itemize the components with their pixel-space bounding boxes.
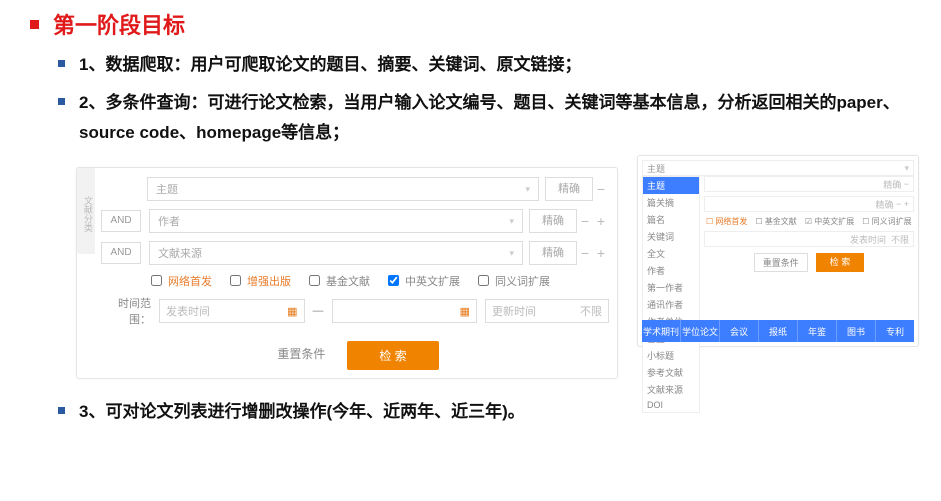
- ck[interactable]: ☑ 中英文扩展: [805, 216, 854, 227]
- dropdown-item[interactable]: 通讯作者: [643, 296, 699, 313]
- match-select[interactable]: 精确: [529, 209, 577, 233]
- mini-checks: ☐ 网络首发 ☐ 基金文献 ☑ 中英文扩展 ☐ 同义词扩展: [706, 216, 914, 227]
- remove-row-icon[interactable]: −: [577, 245, 593, 261]
- tab[interactable]: 图书: [837, 320, 876, 342]
- screenshots-area: 文献分类 主题 精确 − AND 作者 精确 − +: [76, 155, 923, 385]
- ck-enhanced[interactable]: 增强出版: [226, 272, 291, 289]
- field-topic[interactable]: 主题: [147, 177, 539, 201]
- bool-op[interactable]: AND: [101, 242, 141, 264]
- date-from[interactable]: 发表时间▦: [159, 299, 305, 323]
- calendar-icon[interactable]: ▦: [287, 305, 297, 318]
- calendar-icon[interactable]: ▦: [460, 305, 470, 318]
- ck[interactable]: ☐ 同义词扩展: [862, 216, 911, 227]
- time-label: 时间范围：: [101, 295, 151, 327]
- tab[interactable]: 学位论文: [681, 320, 720, 342]
- field-source[interactable]: 文献来源: [149, 241, 523, 265]
- dropdown-item[interactable]: 主题: [643, 177, 699, 194]
- side-tab[interactable]: 文献分类: [77, 168, 95, 254]
- ck[interactable]: ☐ 网络首发: [706, 216, 747, 227]
- tab[interactable]: 学术期刊: [642, 320, 681, 342]
- ck[interactable]: ☐ 基金文献: [755, 216, 796, 227]
- bullet-1: 1、数据爬取：用户可爬取论文的题目、摘要、关键词、原文链接；: [79, 50, 581, 80]
- dropdown-item[interactable]: 关键词: [643, 228, 699, 245]
- tab[interactable]: 年鉴: [798, 320, 837, 342]
- bullet-icon: [58, 60, 65, 67]
- dropdown-item[interactable]: 参考文献: [643, 364, 699, 381]
- ck-bilingual[interactable]: 中英文扩展: [384, 272, 460, 289]
- ck-fund[interactable]: 基金文献: [305, 272, 370, 289]
- tab[interactable]: 会议: [720, 320, 759, 342]
- bool-op[interactable]: AND: [101, 210, 141, 232]
- ck-netfirst[interactable]: 网络首发: [147, 272, 212, 289]
- dropdown-item[interactable]: DOI: [643, 398, 699, 412]
- screenshot-dropdown-search: 主题 主题 篇关摘 篇名 关键词 全文 作者 第一作者 通讯作者 作者单位 基金…: [637, 155, 919, 347]
- match-select[interactable]: 精确: [545, 177, 593, 201]
- dash: —: [313, 305, 324, 317]
- dropdown-item[interactable]: 文献来源: [643, 381, 699, 398]
- search-button[interactable]: 检 索: [347, 341, 438, 370]
- option-checks: 网络首发 增强出版 基金文献 中英文扩展 同义词扩展: [147, 272, 609, 289]
- tab[interactable]: 报纸: [759, 320, 798, 342]
- remove-row-icon[interactable]: −: [593, 181, 609, 197]
- field-dropdown[interactable]: 主题 篇关摘 篇名 关键词 全文 作者 第一作者 通讯作者 作者单位 基金 小标…: [642, 176, 700, 413]
- mini-field[interactable]: 精确 −: [704, 176, 914, 192]
- phase-heading: 第一阶段目标: [53, 8, 185, 40]
- dropdown-item[interactable]: 篇名: [643, 211, 699, 228]
- add-row-icon[interactable]: +: [593, 245, 609, 261]
- date-to[interactable]: ▦: [332, 299, 478, 323]
- field-author[interactable]: 作者: [149, 209, 523, 233]
- dropdown-item[interactable]: 篇关摘: [643, 194, 699, 211]
- reset-button[interactable]: 重置条件: [271, 341, 331, 370]
- bullet-2: 2、多条件查询：可进行论文检索，当用户输入论文编号、题目、关键词等基本信息，分析…: [79, 88, 919, 148]
- tab[interactable]: 专利: [876, 320, 914, 342]
- reset-button[interactable]: 重置条件: [754, 253, 808, 272]
- bullet-icon: [58, 98, 65, 105]
- mini-field[interactable]: 精确 − +: [704, 196, 914, 212]
- mini-time[interactable]: 发表时间 不限: [704, 231, 914, 247]
- ck-synonym[interactable]: 同义词扩展: [474, 272, 550, 289]
- dropdown-item[interactable]: 小标题: [643, 347, 699, 364]
- search-button[interactable]: 检 索: [816, 253, 865, 272]
- bullet-3: 3、可对论文列表进行增删改操作(今年、近两年、近三年)。: [79, 397, 525, 427]
- bullet-icon: [58, 407, 65, 414]
- update-time[interactable]: 更新时间不限: [485, 299, 609, 323]
- dropdown-item[interactable]: 第一作者: [643, 279, 699, 296]
- top-field[interactable]: 主题: [642, 160, 914, 176]
- match-select[interactable]: 精确: [529, 241, 577, 265]
- result-tabs: 学术期刊 学位论文 会议 报纸 年鉴 图书 专利: [642, 320, 914, 342]
- screenshot-advanced-search: 文献分类 主题 精确 − AND 作者 精确 − +: [76, 167, 618, 379]
- dropdown-item[interactable]: 全文: [643, 245, 699, 262]
- dropdown-item[interactable]: 作者: [643, 262, 699, 279]
- h1-bullet-icon: [30, 20, 39, 29]
- remove-row-icon[interactable]: −: [577, 213, 593, 229]
- add-row-icon[interactable]: +: [593, 213, 609, 229]
